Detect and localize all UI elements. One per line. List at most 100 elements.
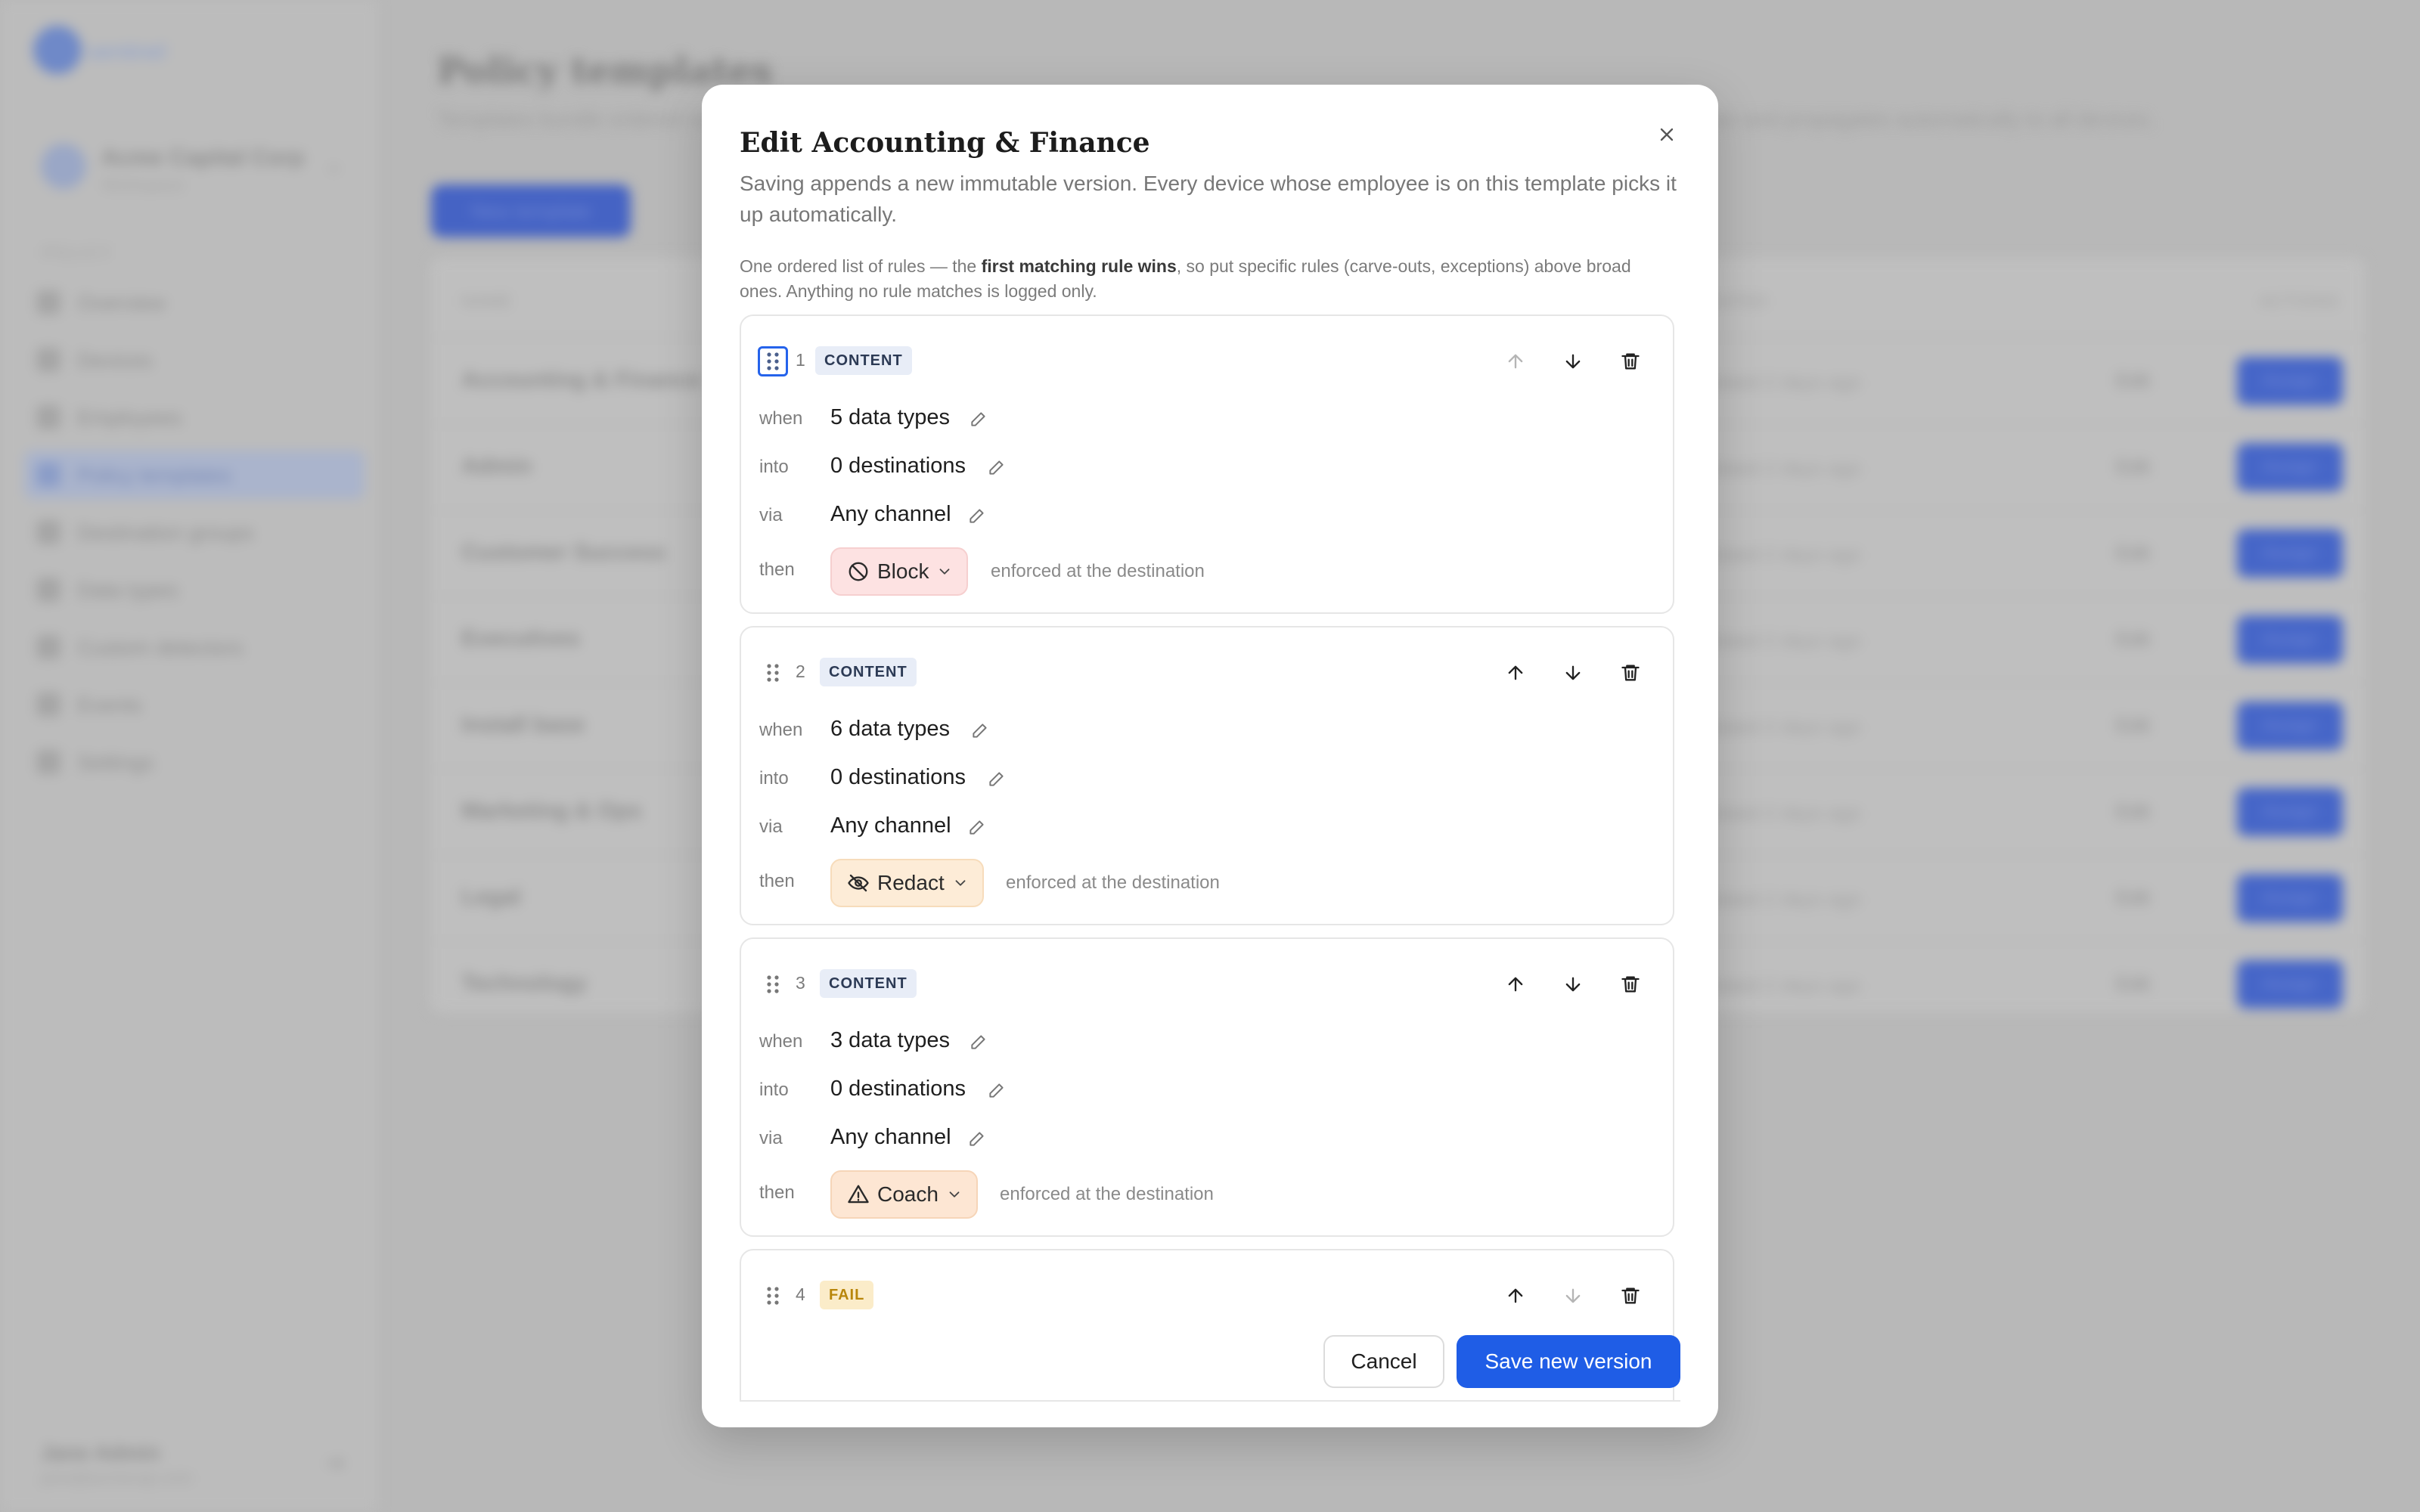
delete-rule-button[interactable]	[1612, 1278, 1649, 1314]
edit-via-button[interactable]	[965, 503, 989, 528]
rule-number: 2	[796, 662, 805, 681]
move-up-button[interactable]	[1497, 343, 1534, 380]
edit-into-button[interactable]	[985, 767, 1009, 791]
arrow-down-icon	[1565, 1288, 1581, 1303]
move-up-button[interactable]	[1497, 966, 1534, 1002]
logo-mark-icon	[33, 26, 82, 74]
delete-rule-button[interactable]	[1612, 655, 1649, 691]
move-down-button[interactable]	[1555, 1278, 1591, 1314]
trash-icon	[1621, 665, 1640, 681]
rule-then-row: then Coach enforced at the destination	[741, 1170, 1673, 1219]
when-value: 3 data types	[830, 1028, 950, 1052]
rule-via-row: via Any channel	[741, 807, 1673, 844]
rule-type-badge: CONTENT	[815, 346, 912, 375]
move-down-button[interactable]	[1555, 655, 1591, 691]
enforced-note: enforced at the destination	[1006, 872, 1220, 893]
edit-when-button[interactable]	[968, 718, 992, 742]
rules-note: One ordered list of rules — the first ma…	[740, 254, 1677, 304]
edit-into-button[interactable]	[985, 1078, 1009, 1102]
row-edit-button[interactable]: Edit	[2116, 455, 2150, 479]
delete-rule-button[interactable]	[1612, 343, 1649, 380]
nav-heading: POLICY	[42, 243, 113, 262]
sidebar-item-settings[interactable]: Settings	[24, 738, 365, 786]
sidebar-item-employees[interactable]: Employees	[24, 393, 365, 442]
trash-icon	[1621, 1287, 1640, 1304]
row-edit-button[interactable]: Edit	[2116, 886, 2150, 909]
user-profile[interactable]: Jane Admin jane@acmecap.com ⇥	[33, 1436, 351, 1489]
rule-type-badge: FAIL	[820, 1281, 874, 1309]
row-edit-button[interactable]: Edit	[2116, 714, 2150, 737]
row-edit-button[interactable]: Edit	[2116, 627, 2150, 651]
row-name: Executives	[461, 626, 580, 651]
move-up-button[interactable]	[1497, 1278, 1534, 1314]
events-icon	[36, 692, 60, 717]
then-label: then	[759, 1182, 795, 1203]
eye-off-icon	[848, 874, 869, 892]
row-assign-button[interactable]: Assign	[2237, 357, 2343, 405]
logout-icon[interactable]: ⇥	[324, 1450, 343, 1476]
warning-icon	[848, 1185, 869, 1204]
rule-header: 3 CONTENT	[741, 966, 1673, 1002]
new-template-button[interactable]: New template	[431, 184, 631, 237]
edit-when-button[interactable]	[966, 1030, 991, 1054]
row-edit-button[interactable]: Edit	[2116, 972, 2150, 996]
row-assign-button[interactable]: Assign	[2237, 529, 2343, 578]
into-value: 0 destinations	[830, 765, 966, 789]
row-assign-button[interactable]: Assign	[2237, 615, 2343, 664]
move-down-button[interactable]	[1555, 343, 1591, 380]
action-label: Redact	[877, 871, 945, 894]
close-button[interactable]	[1646, 113, 1688, 156]
row-edit-button[interactable]: Edit	[2116, 800, 2150, 823]
sidebar-item-label: Policy templates	[77, 463, 231, 487]
via-label: via	[759, 1128, 783, 1148]
row-assign-button[interactable]: Assign	[2237, 874, 2343, 922]
rule-when-row: when 3 data types	[741, 1022, 1673, 1058]
edit-when-button[interactable]	[966, 407, 991, 431]
row-assign-button[interactable]: Assign	[2237, 702, 2343, 750]
sidebar-item-custom-detectors[interactable]: Custom detectors	[24, 623, 365, 671]
action-select-block[interactable]: Block	[830, 547, 969, 596]
rule-header: 4 FAIL	[741, 1278, 1673, 1314]
rule-number: 4	[796, 1284, 805, 1304]
pencil-icon	[971, 1035, 985, 1049]
sidebar-item-destination-groups[interactable]: Destination groups	[24, 508, 365, 556]
row-name: Accounting & Finance	[461, 367, 701, 392]
sidebar-item-data-types[interactable]: Data types	[24, 565, 365, 614]
workspace-sub: Workspace	[101, 175, 185, 194]
save-new-version-button[interactable]: Save new version	[1457, 1335, 1680, 1388]
via-value: Any channel	[830, 1125, 951, 1149]
pencil-icon	[973, 723, 987, 738]
sidebar-item-label: Custom detectors	[77, 636, 244, 659]
sidebar-item-policy-templates[interactable]: Policy templates	[24, 451, 365, 499]
grip-icon	[767, 1287, 779, 1305]
row-edit-button[interactable]: Edit	[2116, 369, 2150, 392]
edit-via-button[interactable]	[965, 815, 989, 839]
workspace-switcher[interactable]: Acme Capital Corp Workspace ⌄	[33, 136, 351, 200]
drag-handle[interactable]	[758, 346, 788, 376]
edit-into-button[interactable]	[985, 455, 1009, 479]
drag-handle[interactable]	[758, 1281, 788, 1311]
move-down-button[interactable]	[1555, 966, 1591, 1002]
into-value: 0 destinations	[830, 454, 966, 478]
via-label: via	[759, 816, 783, 837]
sidebar-item-events[interactable]: Events	[24, 680, 365, 729]
drag-handle[interactable]	[758, 969, 788, 999]
action-select-redact[interactable]: Redact	[830, 859, 984, 907]
rules-list[interactable]: 1 CONTENT when 5 data types into 0 desti…	[740, 314, 1674, 1400]
drag-handle[interactable]	[758, 658, 788, 688]
edit-via-button[interactable]	[965, 1126, 989, 1151]
sidebar-item-label: Settings	[77, 751, 154, 774]
delete-rule-button[interactable]	[1612, 966, 1649, 1002]
row-assign-button[interactable]: Assign	[2237, 960, 2343, 1009]
pencil-icon	[970, 1132, 984, 1146]
sidebar-item-devices[interactable]: Devices	[24, 336, 365, 384]
cancel-button[interactable]: Cancel	[1323, 1335, 1444, 1388]
row-assign-button[interactable]: Assign	[2237, 788, 2343, 836]
then-label: then	[759, 559, 795, 580]
when-value: 5 data types	[830, 405, 950, 429]
move-up-button[interactable]	[1497, 655, 1534, 691]
row-assign-button[interactable]: Assign	[2237, 443, 2343, 491]
sidebar-item-overview[interactable]: Overview	[24, 278, 365, 327]
action-select-coach[interactable]: Coach	[830, 1170, 978, 1219]
row-edit-button[interactable]: Edit	[2116, 541, 2150, 565]
